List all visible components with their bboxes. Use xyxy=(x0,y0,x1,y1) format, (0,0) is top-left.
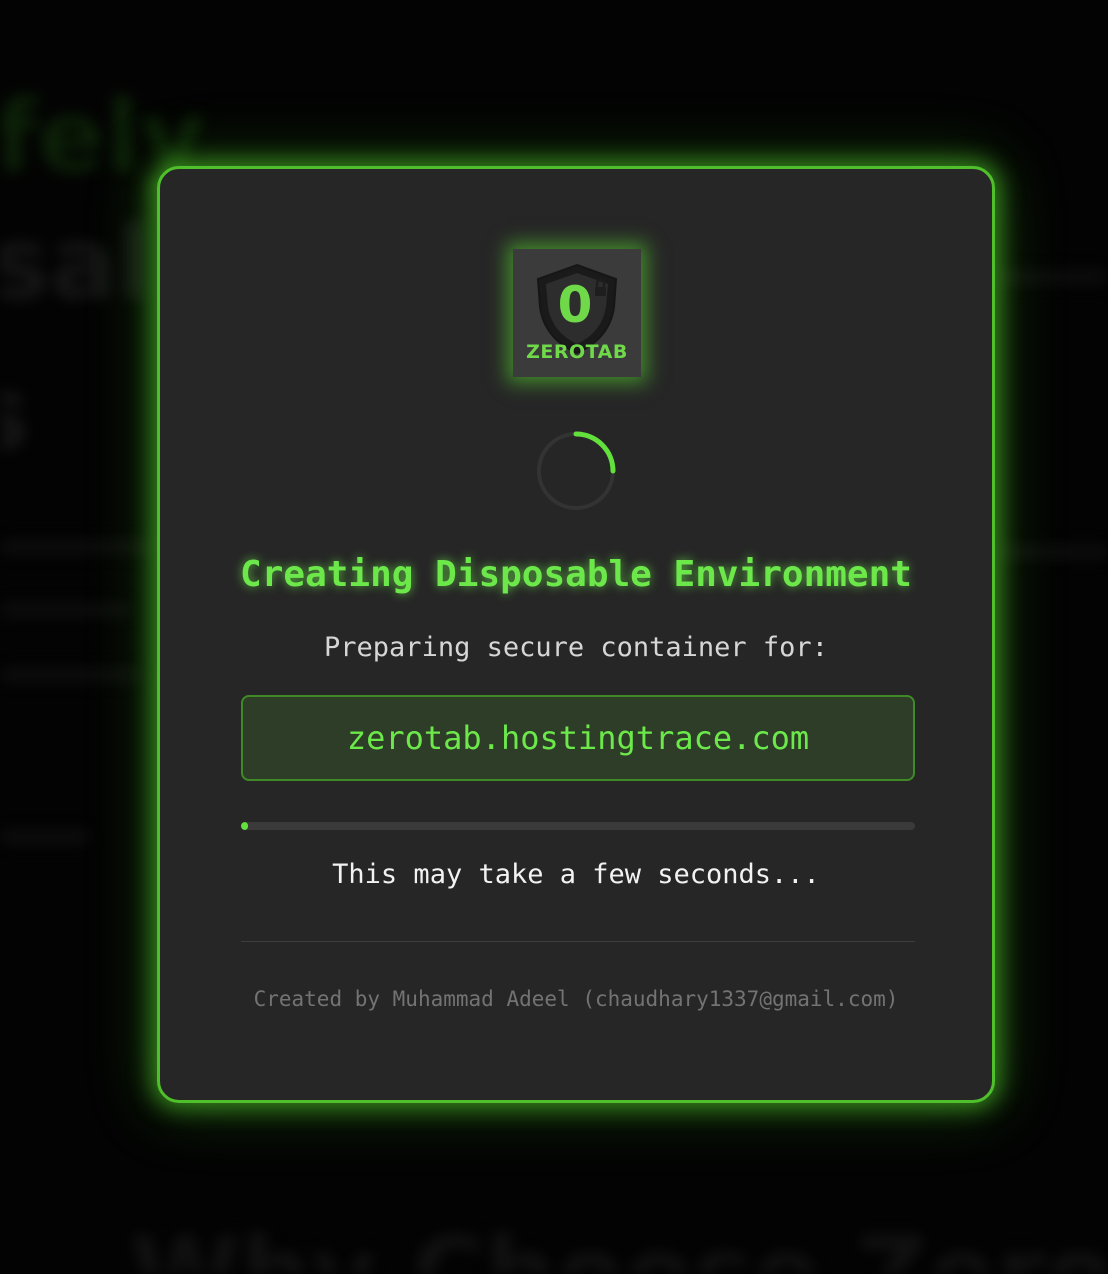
divider xyxy=(241,941,915,942)
zerotab-logo: 0 ZEROTAB xyxy=(513,249,641,377)
logo-label: ZEROTAB xyxy=(526,341,628,363)
modal-title: Creating Disposable Environment xyxy=(240,554,912,595)
progress-bar xyxy=(241,822,915,830)
loading-spinner-icon xyxy=(536,431,616,511)
progress-bar-fill xyxy=(241,822,248,830)
target-url-display: zerotab.hostingtrace.com xyxy=(241,695,915,781)
wait-hint-text: This may take a few seconds... xyxy=(332,859,820,890)
loading-modal: 0 ZEROTAB Creating Disposable Environmen… xyxy=(157,166,995,1103)
logo-mark: 0 xyxy=(558,276,593,334)
credit-text: Created by Muhammad Adeel (chaudhary1337… xyxy=(253,987,899,1011)
modal-subtitle: Preparing secure container for: xyxy=(324,632,828,663)
